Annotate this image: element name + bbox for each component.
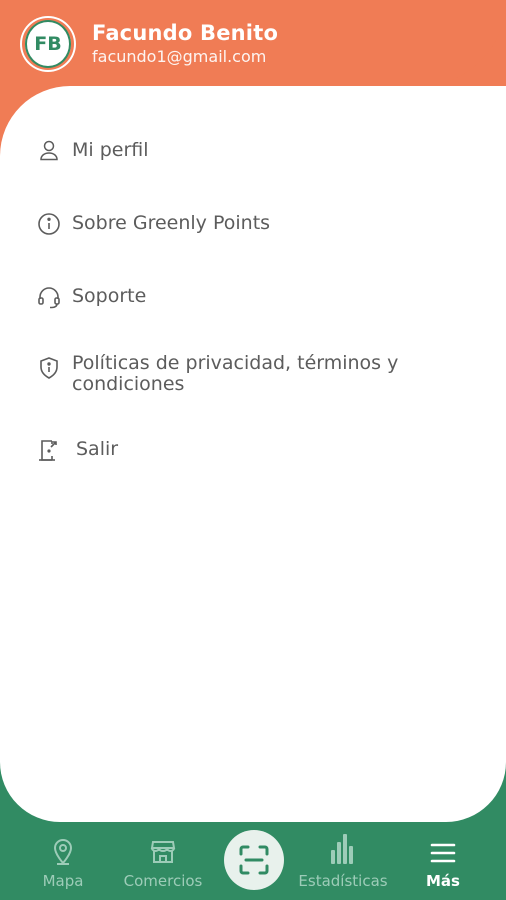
nav-label: Comercios (123, 872, 203, 890)
shield-icon (40, 357, 58, 379)
store-icon (150, 841, 176, 863)
avatar-initials: FB (25, 20, 71, 68)
scan-icon (239, 845, 269, 875)
logout-icon (39, 440, 57, 461)
nav-item-map[interactable]: Mapa (18, 836, 108, 890)
map-pin-icon (53, 839, 73, 865)
scan-button[interactable] (224, 830, 284, 890)
avatar[interactable]: FB (22, 18, 74, 70)
menu-item-logout[interactable]: Salir (36, 437, 118, 463)
menu-item-label: Soporte (72, 285, 147, 307)
menu-item-label: Políticas de privacidad, términos y cond… (72, 352, 399, 395)
nav-label: Estadísticas (298, 872, 388, 890)
nav-item-more[interactable]: Más (398, 840, 488, 890)
nav-item-stores[interactable]: Comercios (113, 838, 213, 890)
nav-item-stats[interactable]: Estadísticas (293, 832, 393, 890)
menu-item-label: Sobre Greenly Points (72, 212, 271, 234)
user-email: facundo1@gmail.com (92, 47, 267, 66)
user-name: Facundo Benito (92, 21, 279, 45)
info-icon (38, 213, 60, 235)
bar-chart-icon (331, 834, 353, 864)
menu-icon (430, 843, 456, 863)
headset-icon (38, 287, 60, 309)
menu-item-label: Salir (76, 438, 119, 460)
menu-item-profile[interactable]: Mi perfil (36, 138, 149, 164)
nav-label: Mapa (42, 872, 84, 890)
menu-item-privacy[interactable]: Políticas de privacidad, términos y cond… (36, 351, 466, 395)
menu-item-about[interactable]: Sobre Greenly Points (36, 211, 270, 237)
user-icon (40, 140, 58, 161)
menu-item-label: Mi perfil (72, 139, 149, 161)
nav-label: Más (426, 872, 460, 890)
more-screen: FB Facundo Benito facundo1@gmail.com Mi … (0, 0, 506, 900)
menu-item-support[interactable]: Soporte (36, 284, 146, 310)
